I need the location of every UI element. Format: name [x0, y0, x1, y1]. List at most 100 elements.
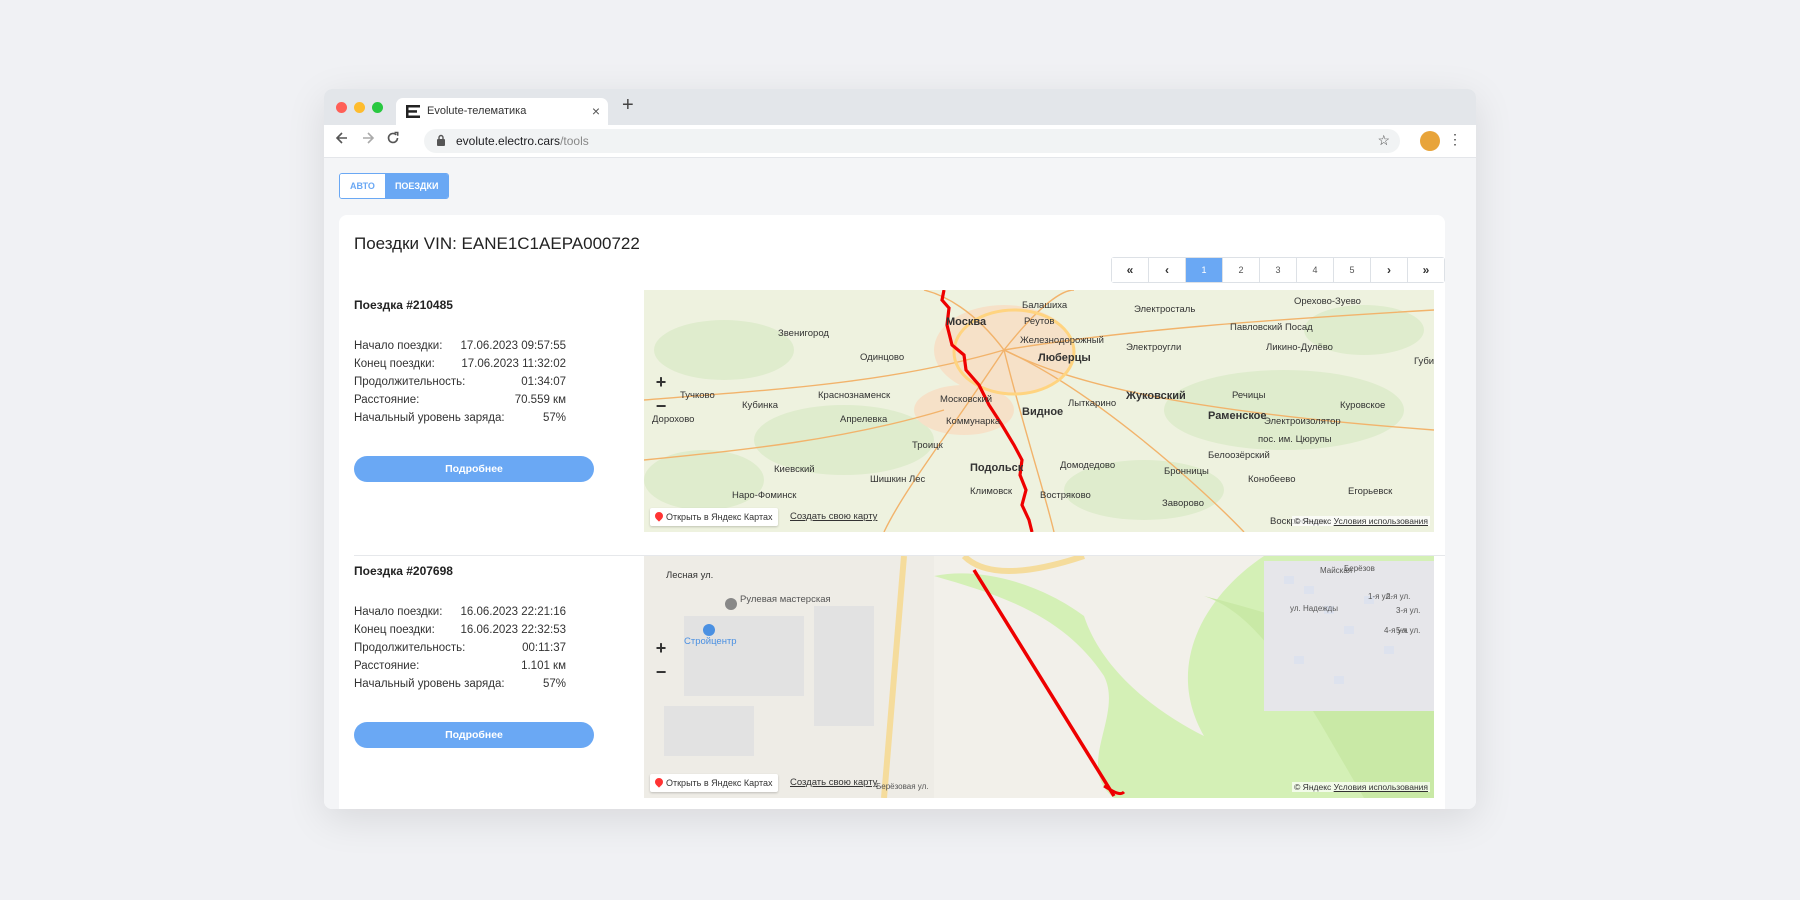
- tab-close-icon[interactable]: ×: [592, 103, 600, 119]
- maximize-window-button[interactable]: [372, 102, 383, 113]
- pagination-page-3[interactable]: 3: [1259, 258, 1296, 282]
- reload-icon[interactable]: [383, 131, 403, 150]
- map-label: Бронницы: [1164, 466, 1209, 477]
- trip-title: Поездка #210485: [354, 298, 453, 312]
- map-label: Лесная ул.: [666, 570, 714, 581]
- pagination-first[interactable]: «: [1112, 258, 1148, 282]
- map-label: пос. им. Цюрупы: [1258, 434, 1332, 445]
- trip-charge-value: 57%: [542, 678, 566, 690]
- map-label: Жуковский: [1126, 390, 1186, 402]
- url-path: /tools: [560, 134, 589, 148]
- zoom-in-button[interactable]: +: [650, 638, 672, 658]
- map-label: Коммунарка: [946, 416, 1001, 427]
- trip-map[interactable]: Москва Балашиха Реутов Электросталь Орех…: [644, 290, 1434, 532]
- browser-titlebar: Evolute-телематика × +: [324, 89, 1476, 125]
- map-label: Электросталь: [1134, 304, 1196, 315]
- open-yandex-maps-button[interactable]: Открыть в Яндекс Картах: [650, 774, 779, 792]
- terms-link[interactable]: Условия использования: [1334, 782, 1428, 792]
- trip-map[interactable]: Лесная ул. Рулевая мастерская Стройцентр…: [644, 556, 1434, 798]
- evolute-logo-icon: [406, 105, 420, 118]
- map-label: Лыткарино: [1068, 398, 1117, 409]
- tab-auto[interactable]: АВТО: [340, 174, 385, 198]
- close-window-button[interactable]: [336, 102, 347, 113]
- menu-dots-icon[interactable]: ⋮: [1448, 131, 1462, 148]
- back-arrow-icon[interactable]: [332, 131, 352, 150]
- create-map-link[interactable]: Создать свою карту: [790, 777, 877, 788]
- map-label: Электроизолятор: [1264, 416, 1341, 427]
- pagination-page-2[interactable]: 2: [1222, 258, 1259, 282]
- trips-card: Поездки VIN: EANE1C1AEPA000722 « ‹ 1 2 3…: [339, 215, 1445, 809]
- map-label: Видное: [1022, 406, 1064, 418]
- url-host: evolute.electro.cars: [456, 134, 561, 148]
- pagination-page-4[interactable]: 4: [1296, 258, 1333, 282]
- trip-start-value: 16.06.2023 22:21:16: [460, 606, 566, 618]
- address-bar[interactable]: evolute.electro.cars/tools ☆: [424, 129, 1400, 153]
- map-label: Реутов: [1024, 316, 1055, 327]
- map-background: [644, 556, 1434, 798]
- zoom-in-button[interactable]: +: [650, 372, 672, 392]
- map-label: Железнодорожный: [1020, 335, 1104, 346]
- open-yandex-label: Открыть в Яндекс Картах: [666, 512, 773, 522]
- trip-charge-label: Начальный уровень заряда:: [354, 412, 505, 424]
- map-label: Балашиха: [1022, 300, 1068, 311]
- pagination: « ‹ 1 2 3 4 5 › »: [1111, 257, 1445, 283]
- trip-duration-label: Продолжительность:: [354, 642, 466, 654]
- trip-duration-label: Продолжительность:: [354, 376, 466, 388]
- copyright-text: © Яндекс: [1294, 782, 1332, 792]
- map-label: Краснознаменск: [818, 390, 891, 401]
- map-label: Шишкин Лес: [870, 474, 926, 485]
- map-label: Берёзовая ул.: [876, 782, 929, 791]
- pagination-last[interactable]: »: [1407, 258, 1444, 282]
- create-map-link[interactable]: Создать свою карту: [790, 511, 877, 522]
- view-switcher: АВТО ПОЕЗДКИ: [339, 173, 450, 199]
- map-label: Рулевая мастерская: [740, 594, 831, 605]
- map-label: Берёзов: [1344, 564, 1375, 573]
- minimize-window-button[interactable]: [354, 102, 365, 113]
- pagination-next[interactable]: ›: [1370, 258, 1407, 282]
- forward-arrow-icon[interactable]: [358, 131, 378, 150]
- map-label: 3-я ул.: [1396, 606, 1421, 615]
- page-title: Поездки VIN: EANE1C1AEPA000722: [354, 234, 640, 253]
- map-label: Апрелевка: [840, 414, 888, 425]
- map-label: Троицк: [912, 440, 943, 451]
- browser-toolbar: evolute.electro.cars/tools ☆ ⋮: [324, 125, 1476, 158]
- terms-link[interactable]: Условия использования: [1334, 516, 1428, 526]
- map-label: Тучково: [680, 390, 715, 401]
- details-button[interactable]: Подробнее: [354, 722, 594, 748]
- map-pin-icon: [653, 776, 665, 788]
- trip-distance-label: Расстояние:: [354, 660, 420, 672]
- map-label: Губино: [1414, 356, 1434, 367]
- map-label: Орехово-Зуево: [1294, 296, 1361, 307]
- zoom-out-button[interactable]: −: [650, 662, 672, 682]
- trip-distance-value: 70.559 км: [514, 394, 566, 406]
- map-label: Заворово: [1162, 498, 1205, 509]
- open-yandex-maps-button[interactable]: Открыть в Яндекс Картах: [650, 508, 779, 526]
- trip-duration-value: 01:34:07: [521, 376, 566, 388]
- map-label: Киевский: [774, 464, 815, 475]
- details-button[interactable]: Подробнее: [354, 456, 594, 482]
- star-icon[interactable]: ☆: [1377, 132, 1390, 149]
- tab-trips[interactable]: ПОЕЗДКИ: [384, 174, 449, 198]
- avatar[interactable]: [1420, 131, 1440, 151]
- browser-tab[interactable]: Evolute-телематика ×: [396, 98, 608, 125]
- map-label: Павловский Посад: [1230, 322, 1313, 333]
- pagination-page-1[interactable]: 1: [1185, 258, 1222, 282]
- trip-end-label: Конец поездки:: [354, 624, 435, 636]
- map-label: Наро-Фоминск: [732, 490, 797, 501]
- trip-title: Поездка #207698: [354, 564, 453, 578]
- map-label: Подольск: [970, 462, 1024, 474]
- trip-charge-value: 57%: [542, 412, 566, 424]
- trip-end-value: 17.06.2023 11:32:02: [461, 358, 566, 370]
- map-copyright: © Яндекс Условия использования: [1292, 782, 1430, 792]
- pagination-prev[interactable]: ‹: [1148, 258, 1185, 282]
- new-tab-icon[interactable]: +: [622, 94, 634, 117]
- pagination-page-5[interactable]: 5: [1333, 258, 1370, 282]
- map-label: Москва: [946, 316, 987, 328]
- trip-end-value: 16.06.2023 22:32:53: [460, 624, 566, 636]
- zoom-out-button[interactable]: −: [650, 396, 672, 416]
- map-label: Московский: [940, 394, 993, 405]
- browser-window: Evolute-телематика × + evolute.electro.c…: [324, 89, 1476, 809]
- map-label: ул. Надежды: [1290, 604, 1338, 613]
- trip-start-label: Начало поездки:: [354, 606, 443, 618]
- map-label: Егорьевск: [1348, 486, 1393, 497]
